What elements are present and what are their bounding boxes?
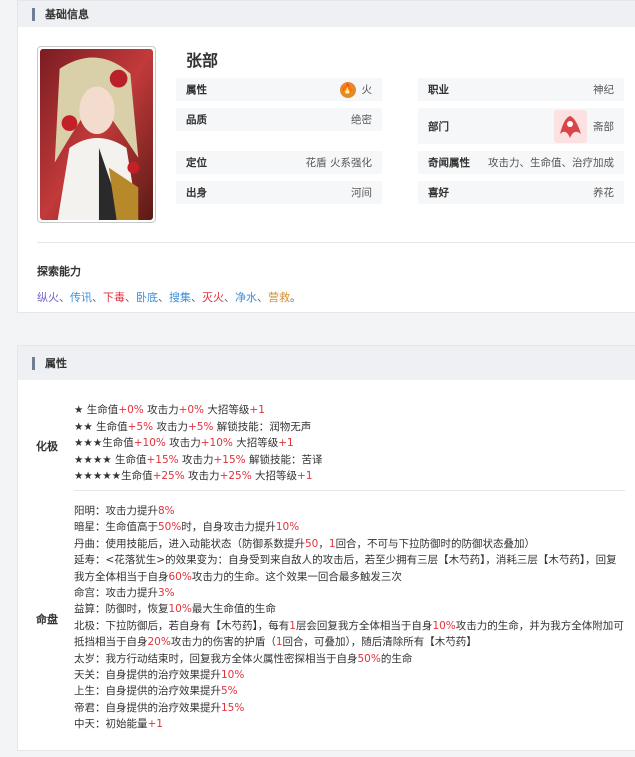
character-portrait <box>37 46 156 223</box>
explore-separator: 、 <box>92 291 103 304</box>
basic-info-card: 基础信息 张部 属性 🔥 火 职业 神纪 品质 绝密 部门 斋部 定位 花盾 火… <box>17 0 635 313</box>
huaji-line: ★★★★★生命值+25% 攻击力+25% 大招等级+1 <box>74 470 313 482</box>
attributes-card: 属性 化极 ★ 生命值+0% 攻击力+0% 大招等级+1 ★★ 生命值+5% 攻击… <box>17 345 635 751</box>
attr-position-label: 定位 <box>186 157 207 169</box>
explore-separator: 、 <box>257 291 268 304</box>
mingpan-line: 北极：下拉防御后，若自身有【木芍药】，每有1层会回复我方全体相当于自身10%攻击… <box>74 619 624 632</box>
mingpan-line: 益算：防御时，恢复10%最大生命值的生命 <box>74 603 276 616</box>
explore-ability-item[interactable]: 传讯 <box>70 291 92 304</box>
attr-origin-label: 出身 <box>186 187 207 199</box>
attributes-title: 属性 <box>45 357 67 370</box>
basic-info-title: 基础信息 <box>45 8 89 21</box>
attributes-header: 属性 <box>18 346 635 380</box>
mingpan-line: 阳明：攻击力提升8% <box>74 505 175 517</box>
explore-ability-item[interactable]: 搜集 <box>169 291 191 304</box>
mingpan-line: 暗星：生命值高于50%时，自身攻击力提升10% <box>74 521 300 534</box>
attr-dept-value: 斋部 <box>593 120 614 133</box>
attr-origin-value: 河间 <box>351 187 372 199</box>
attr-hobby-label: 喜好 <box>428 187 449 199</box>
huaji-line: ★★★生命值+10% 攻击力+10% 大招等级+1 <box>74 437 294 449</box>
huaji-label: 化极 <box>36 440 58 453</box>
attr-job-value: 神纪 <box>593 84 614 96</box>
character-name: 张部 <box>186 51 219 70</box>
attr-hobby: 喜好 养花 <box>418 181 624 204</box>
attr-qiwen-value: 攻击力、生命值、治疗加成 <box>488 157 614 169</box>
mingpan-line: 上生：自身提供的治疗效果提升5% <box>74 685 238 698</box>
attr-position-value: 花盾 火系强化 <box>305 157 372 169</box>
mingpan-line: 太岁：我方行动结束时，回复我方全体火属性密探相当于自身50%的生命 <box>74 652 413 665</box>
explore-ability-item[interactable]: 卧底 <box>136 291 158 304</box>
attr-origin: 出身 河间 <box>176 181 382 204</box>
explore-ability-item[interactable]: 纵火 <box>37 291 59 304</box>
mingpan-line: 我方全体相当于自身60%攻击力的生命。这个效果一回合最多触发三次 <box>74 570 402 583</box>
mingpan-line: 延寿：<花落犹生>的效果变为：自身受到来自敌人的攻击后，若至少拥有三层【木芍药】… <box>74 554 617 567</box>
explore-separator: 。 <box>290 291 301 304</box>
mingpan-line: 中天：初始能量+1 <box>74 718 163 731</box>
attr-quality-label: 品质 <box>186 114 207 126</box>
department-emblem-icon <box>554 109 587 143</box>
attr-dept-label: 部门 <box>428 120 449 133</box>
attr-hobby-value: 养花 <box>593 187 614 199</box>
explore-ability-item[interactable]: 下毒 <box>103 291 125 304</box>
attr-property-value: 火 <box>361 84 373 96</box>
attr-quality: 品质 绝密 <box>176 108 382 131</box>
huaji-line: ★ 生命值+0% 攻击力+0% 大招等级+1 <box>74 404 265 416</box>
explore-separator: 、 <box>125 291 136 304</box>
section-divider <box>74 490 625 491</box>
attr-property: 属性 🔥 火 <box>176 78 382 101</box>
attr-job: 职业 神纪 <box>418 78 624 101</box>
huaji-line: ★★ 生命值+5% 攻击力+5% 解锁技能：润物无声 <box>74 420 312 433</box>
explore-separator: 、 <box>224 291 235 304</box>
explore-separator: 、 <box>191 291 202 304</box>
mingpan-line: 帝君：自身提供的治疗效果提升15% <box>74 701 245 714</box>
explore-separator: 、 <box>158 291 169 304</box>
mingpan-line: 抵挡相当于自身20%攻击力的伤害的护盾（1回合，可叠加），随后清除所有【木芍药】 <box>74 636 477 649</box>
attr-dept: 部门 斋部 <box>418 108 624 144</box>
basic-info-header: 基础信息 <box>18 1 635 27</box>
huaji-line: ★★★★ 生命值+15% 攻击力+15% 解锁技能：苦译 <box>74 453 323 466</box>
explore-separator: 、 <box>59 291 70 304</box>
explore-ability-title: 探索能力 <box>37 265 81 278</box>
mingpan-line: 天关：自身提供的治疗效果提升10% <box>74 669 245 681</box>
section-divider <box>37 242 635 243</box>
header-accent-bar <box>32 7 35 21</box>
mingpan-label: 命盘 <box>36 613 58 626</box>
attr-qiwen: 奇闻属性 攻击力、生命值、治疗加成 <box>418 151 624 174</box>
fire-icon: 🔥 <box>339 81 356 98</box>
header-accent-bar <box>32 356 35 370</box>
attr-job-label: 职业 <box>428 84 449 96</box>
explore-ability-item[interactable]: 灭火 <box>202 291 224 304</box>
mingpan-line: 命宫：攻击力提升3% <box>74 587 175 599</box>
attr-quality-value: 绝密 <box>351 114 372 126</box>
attr-position: 定位 花盾 火系强化 <box>176 151 382 174</box>
explore-ability-item[interactable]: 营救 <box>268 291 290 304</box>
explore-ability-item[interactable]: 净水 <box>235 291 257 304</box>
attr-qiwen-label: 奇闻属性 <box>428 157 470 169</box>
attr-property-label: 属性 <box>186 84 207 96</box>
explore-ability-list: 纵火、传讯、下毒、卧底、搜集、灭火、净水、营救。 <box>37 289 301 305</box>
mingpan-line: 丹曲：使用技能后，进入动能状态（防御系数提升50，1回合，不可与下拉防御时的防御… <box>74 537 536 550</box>
